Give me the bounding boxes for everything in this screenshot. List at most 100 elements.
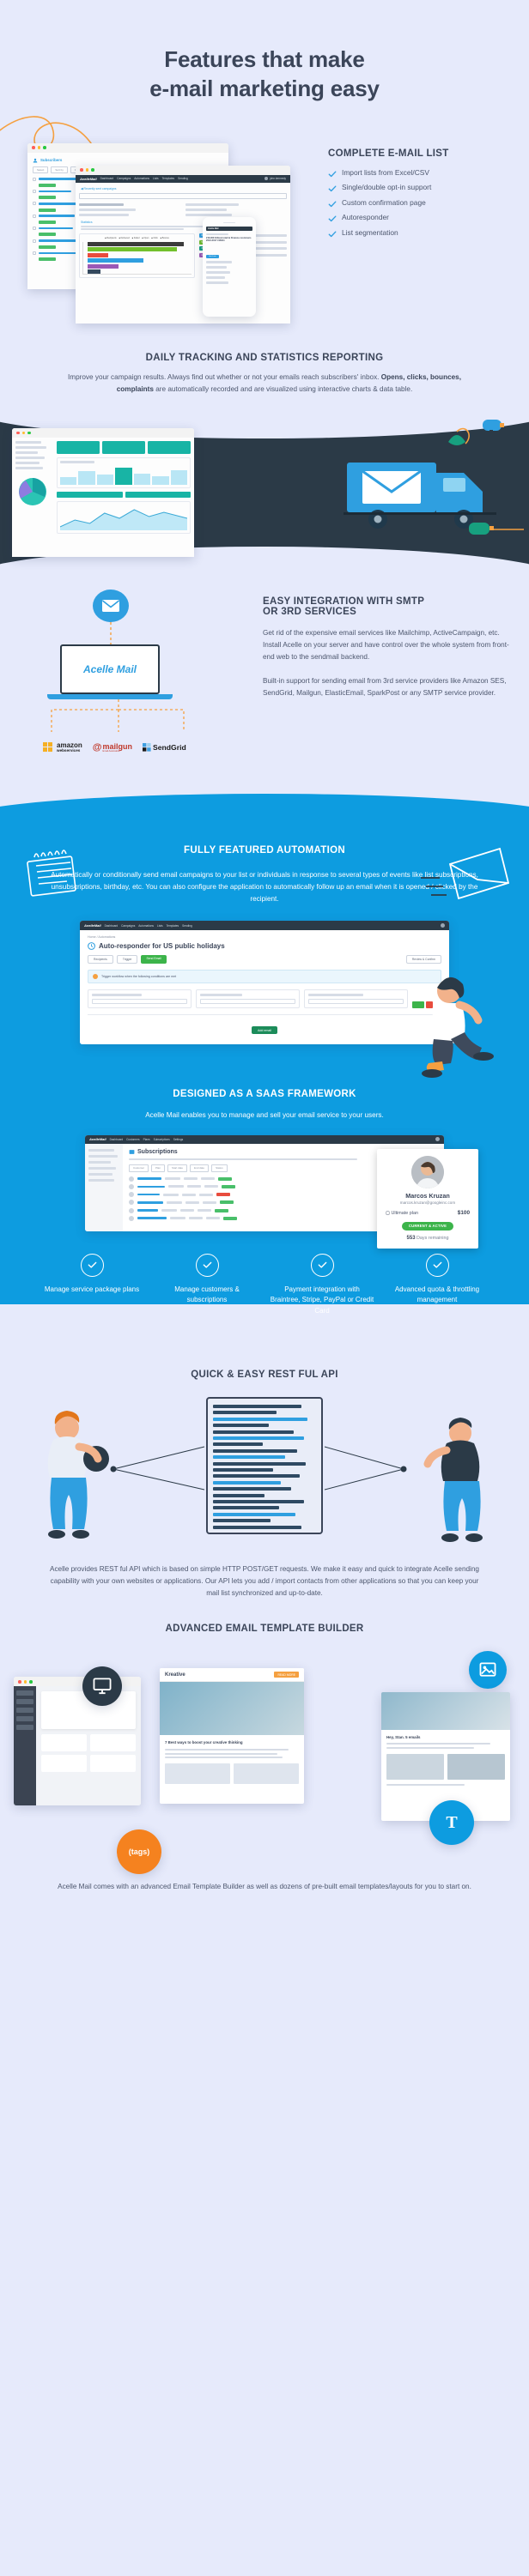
sendgrid-label: SendGrid (153, 743, 186, 753)
nav-item-dashboard[interactable]: Dashboard (100, 177, 114, 180)
window-titlebar (27, 142, 228, 153)
sitting-person-illustration (422, 977, 494, 1078)
blue-section: FULLY FEATURED AUTOMATION Automatically … (0, 793, 529, 1331)
smtp-title-line-1: EASY INTEGRATION WITH SMTP (263, 596, 425, 607)
subscribers-screenshots: Subscribers Select Sort by Detail (15, 142, 290, 324)
close-icon[interactable] (16, 431, 20, 435)
close-icon[interactable] (18, 1680, 21, 1684)
plan-name: Ultimate plan (391, 1210, 418, 1216)
tab-trigger[interactable]: Trigger (116, 955, 138, 964)
close-icon[interactable] (32, 146, 35, 149)
avatar[interactable] (441, 923, 445, 928)
page-title: Features that make e-mail marketing easy (0, 45, 529, 104)
app-navbar: AcelleMail Dashboard Campaigns Automatio… (76, 174, 290, 183)
avatar (129, 1183, 134, 1189)
nav-item-campaigns[interactable]: Campaigns (121, 924, 135, 928)
nav-item-dashboard[interactable]: Dashboard (105, 924, 119, 928)
template-builder-illustration: (tags) Kreative READ MORE 7 Best ways to… (0, 1648, 529, 1875)
tracking-text-2: are automatically recorded and are visua… (153, 384, 413, 393)
subscriptions-icon (129, 1149, 135, 1154)
nav-item-lists[interactable]: Lists (157, 924, 163, 928)
nav-item-automations[interactable]: Automations (138, 924, 154, 928)
automation-window[interactable]: AcelleMail Dashboard Campaigns Automatio… (80, 921, 449, 1044)
nav-item-automations[interactable]: Automations (134, 177, 149, 180)
mobile-preview: Acelle Mail 216,000 Ethical retail & Fin… (203, 216, 256, 317)
user-menu[interactable]: john.kennedy (270, 177, 286, 180)
avatar (129, 1215, 134, 1221)
breadcrumb: Home / Automations (88, 935, 116, 940)
plan-label: Ultimate plan (386, 1211, 418, 1216)
customer-profile-card: Marcos Kruzan marcos.kruzan@googleinc.co… (377, 1148, 478, 1249)
list-item: Custom confirmation page (328, 198, 517, 209)
list-item: Import lists from Excel/CSV (328, 168, 517, 178)
sendgrid-squares-icon (143, 743, 151, 752)
filter-plan[interactable]: Plan (151, 1164, 166, 1172)
builder-window[interactable] (14, 1677, 141, 1806)
smtp-diagram: Acelle Mail amazon webservices @ mailgun… (24, 589, 239, 795)
rest-api-section: QUICK & EASY REST FUL API Acelle provide… (0, 1304, 529, 1599)
customer-email: marcos.kruzan@googleinc.com (399, 1200, 456, 1206)
tab-recipients[interactable]: Recipients (88, 955, 113, 964)
check-icon (328, 185, 337, 192)
saas-subtitle: Acelle Mail enables you to manage and se… (145, 1110, 384, 1119)
avatar[interactable] (435, 1137, 440, 1142)
close-icon[interactable] (80, 168, 83, 172)
template-builder-section: ADVANCED EMAIL TEMPLATE BUILDER (tags) K… (0, 1599, 529, 1915)
maximize-icon[interactable] (29, 1680, 33, 1684)
mailgun-line-2: Email Automation (102, 749, 120, 753)
days-value: 553 (406, 1236, 416, 1242)
check-icon (328, 215, 337, 222)
app-brand: AcelleMail (89, 1137, 106, 1142)
check-circle-icon (80, 1253, 104, 1277)
avatar[interactable] (264, 177, 269, 181)
nav-item-sending[interactable]: Sending (182, 924, 192, 928)
preview-secondary-headline: Hey, Stan. 5 emails (386, 1735, 421, 1740)
list-item: Single/double opt-in support (328, 183, 517, 193)
window-titlebar (12, 427, 194, 438)
nav-item-templates[interactable]: Templates (167, 924, 179, 928)
filter-start-date[interactable]: Start date (167, 1164, 188, 1172)
tracking-section: DAILY TRACKING AND STATISTICS REPORTING … (0, 348, 529, 576)
analytics-window[interactable] (12, 427, 194, 557)
envelope-icon (102, 599, 119, 612)
monitor-icon (93, 1678, 112, 1695)
maximize-icon[interactable] (27, 431, 31, 435)
app-navbar: AcelleMail Dashboard Campaigns Automatio… (80, 921, 449, 931)
filter-customer[interactable]: Customer (129, 1164, 149, 1172)
typography-badge: T (429, 1800, 474, 1846)
nav-item-lists[interactable]: Lists (153, 177, 159, 180)
minimize-icon[interactable] (37, 146, 40, 149)
connector-line (110, 621, 112, 646)
check-circle-icon (310, 1253, 334, 1277)
maximize-icon[interactable] (91, 168, 94, 172)
filter-status[interactable]: Status (211, 1164, 228, 1172)
smtp-paragraph-2: Built-in support for sending email from … (263, 677, 507, 698)
tab-send-email[interactable]: Send Email (141, 955, 167, 964)
campaign-report-window[interactable]: AcelleMail Dashboard Campaigns Automatio… (76, 165, 290, 324)
nav-item-campaigns[interactable]: Campaigns (117, 177, 131, 180)
delivery-illustration (0, 407, 529, 576)
smtp-title-line-2: OR 3RD SERVICES (263, 606, 357, 617)
maximize-icon[interactable] (43, 146, 46, 149)
smtp-section: Acelle Mail amazon webservices @ mailgun… (0, 576, 529, 807)
avatar-photo (411, 1155, 444, 1188)
automation-page-title: Auto-responder for US public holidays (99, 942, 225, 951)
saas-feature-list: Manage service package plans Manage cust… (0, 1253, 529, 1321)
minimize-icon[interactable] (23, 1680, 27, 1684)
minimize-icon[interactable] (85, 168, 88, 172)
acelle-laptop: Acelle Mail (47, 644, 173, 699)
nav-item-sending[interactable]: Sending (178, 177, 188, 180)
template-builder-paragraph: Acelle Mail comes with an advanced Email… (58, 1883, 471, 1891)
aws-line-2: webservices (57, 748, 81, 753)
nav-item-templates[interactable]: Templates (162, 177, 175, 180)
section-title-api: QUICK & EASY REST FUL API (191, 1370, 338, 1381)
filter-end-date[interactable]: End date (190, 1164, 210, 1172)
report-content: ◀ Recently sent campaigns Statistics ■ R… (76, 183, 290, 282)
preview-cta-button[interactable]: READ MORE (274, 1672, 299, 1678)
feature-label: Manage service package plans (44, 1285, 140, 1293)
logo-sendgrid: SendGrid (143, 743, 186, 752)
minimize-icon[interactable] (21, 431, 25, 435)
subscribers-window-title: Subscribers (40, 158, 63, 163)
app-navbar: AcelleMail Dashboard Customers Plans Subsc… (85, 1134, 444, 1144)
add-email-button[interactable]: Add email (252, 1026, 277, 1035)
